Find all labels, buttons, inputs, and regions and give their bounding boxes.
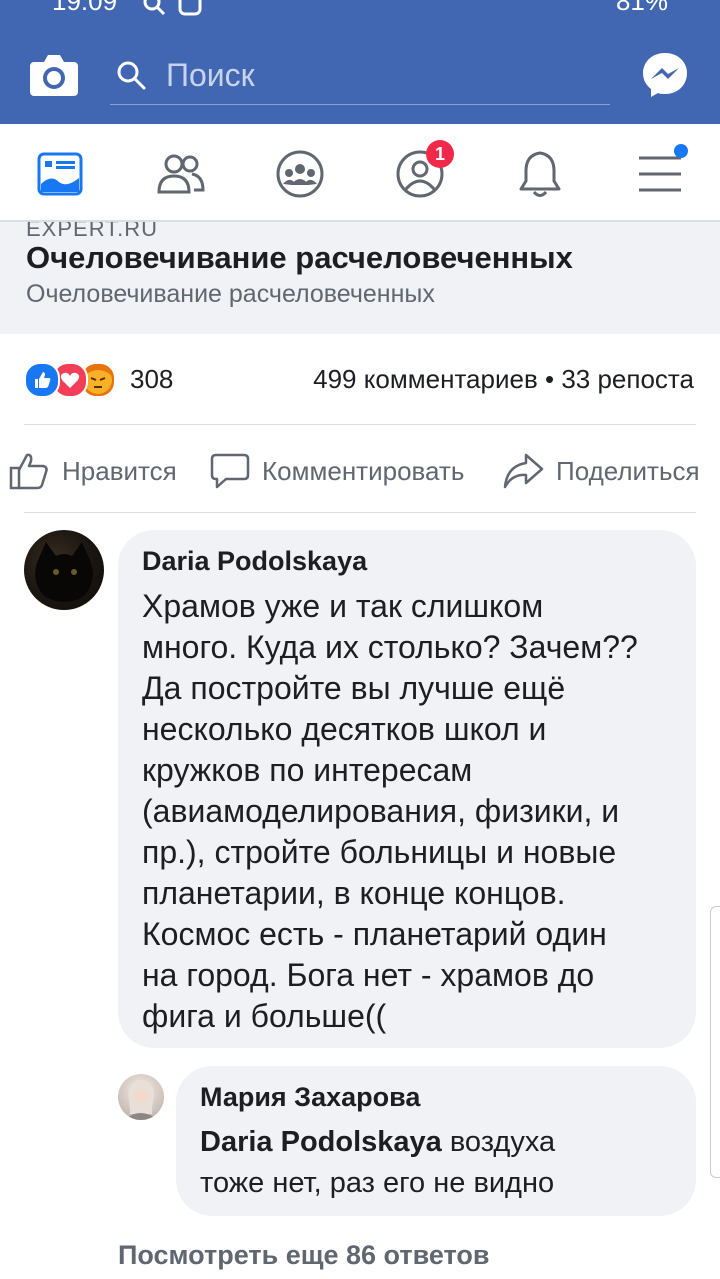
reply-text: Daria Podolskaya воздуха тоже нет, раз ег… [200,1122,690,1204]
status-bar: 19:09 81% [0,0,720,28]
cat-avatar-image [35,542,93,602]
comment-author[interactable]: Daria Podolskaya [142,546,367,577]
reply-text-line2: тоже нет, раз его не видно [200,1167,555,1199]
tab-news-feed[interactable] [30,144,90,204]
profile-badge: 1 [426,140,454,168]
tab-friends[interactable] [150,144,210,204]
news-feed-icon [37,152,83,196]
reply-text-line1: воздуха [441,1126,556,1158]
camera-icon[interactable] [28,52,80,98]
like-label: Нравится [62,455,177,486]
avatar[interactable] [118,1074,164,1120]
like-button[interactable]: Нравится [8,446,177,496]
menu-notification-dot [674,144,688,158]
share-label: Поделиться [556,455,700,486]
scrollbar[interactable] [710,906,720,1178]
friends-icon [157,154,205,194]
view-more-replies[interactable]: Посмотреть еще 86 ответов [118,1240,489,1271]
groups-icon [276,150,324,198]
link-source: EXPERT.RU [26,222,159,241]
comment-icon [210,453,250,489]
comments-shares-count[interactable]: 499 комментариев • 33 репоста [313,364,694,395]
reaction-count: 308 [130,364,174,394]
reply-bubble[interactable]: Мария Захарова Daria Podolskaya воздуха т… [176,1066,696,1216]
reply-author[interactable]: Мария Захарова [200,1082,420,1113]
link-description: Очеловечивание расчеловеченных [26,280,435,308]
comment-text: Храмов уже и так слишком много. Куда их … [142,588,638,1034]
bell-icon [519,151,561,197]
battery-level: 81% [615,0,668,16]
app-status-icon [178,0,202,16]
tab-notifications[interactable] [510,144,570,204]
like-reaction-icon [24,362,60,398]
share-icon [503,453,544,489]
post-actions: Нравится Комментировать Поделиться [0,440,720,500]
search-bar[interactable] [110,46,610,105]
tab-groups[interactable] [270,144,330,204]
thumbs-up-icon [9,453,48,490]
tab-bar: 1 [0,124,720,222]
avatar[interactable] [24,530,104,610]
status-time: 19:09 [52,0,118,16]
comment-bubble[interactable]: Daria Podolskaya Храмов уже и так слишко… [118,530,696,1048]
link-title: Очеловечивание расчеловеченных [26,240,573,275]
comment-label: Комментировать [262,455,465,486]
mention-link[interactable]: Daria Podolskaya [200,1126,442,1158]
messenger-icon[interactable] [640,50,690,100]
share-button[interactable]: Поделиться [502,446,700,496]
top-bar [0,28,720,124]
search-status-icon [143,0,166,16]
link-preview-card[interactable]: EXPERT.RU Очеловечивание расчеловеченных… [0,222,720,334]
menu-icon [639,156,681,192]
search-input[interactable] [164,54,588,96]
divider [24,424,696,425]
search-icon [117,61,146,90]
reactions-summary[interactable]: 308 [24,362,184,398]
profile-photo [124,1080,158,1120]
comment-button[interactable]: Комментировать [210,446,464,496]
divider [24,512,696,513]
